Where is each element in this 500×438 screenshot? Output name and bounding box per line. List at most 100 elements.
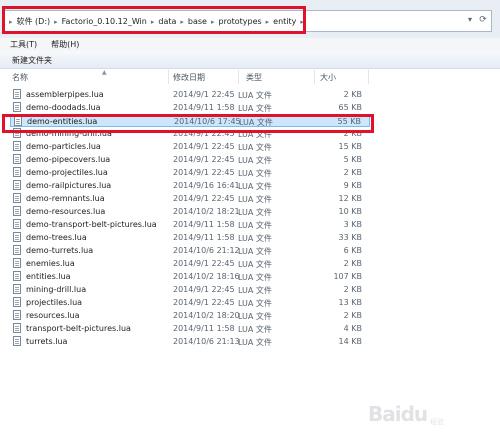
chevron-down-icon[interactable]: ▾ [465, 14, 475, 26]
lua-file-icon [13, 206, 21, 216]
menu-tools[interactable]: 工具(T) [10, 39, 37, 50]
file-name: transport-belt-pictures.lua [26, 324, 131, 333]
address-bar-row: ▸ 软件 (D:) ▸ Factorio_0.10.12_Win ▸ data ▸ base ▸… [0, 0, 500, 39]
file-name: resources.lua [26, 311, 80, 320]
breadcrumb-separator[interactable]: ▸ [180, 18, 184, 26]
column-header: 名称 ▲ 修改日期 类型 大小 [0, 69, 500, 84]
file-type: LUA 文件 [238, 91, 272, 100]
lua-file-icon [13, 180, 21, 190]
file-name: assemblerpipes.lua [26, 90, 104, 99]
column-type[interactable]: 类型 [246, 72, 262, 84]
breadcrumb-item[interactable]: 软件 (D:) [17, 16, 51, 27]
file-type: LUA 文件 [238, 312, 272, 321]
lua-file-icon [13, 167, 21, 177]
file-row[interactable]: projectiles.lua 2014/9/1 22:45 LUA 文件 13 KB [10, 296, 370, 309]
column-divider[interactable] [314, 70, 315, 84]
file-type: LUA 文件 [238, 182, 272, 191]
file-size: 3 KB [343, 220, 362, 229]
breadcrumb: ▸ 软件 (D:) ▸ Factorio_0.10.12_Win ▸ data ▸ base ▸… [9, 16, 308, 27]
lua-file-icon [13, 310, 21, 320]
file-size: 13 KB [338, 298, 362, 307]
column-divider[interactable] [238, 70, 239, 84]
file-type: LUA 文件 [238, 234, 272, 243]
file-type: LUA 文件 [238, 221, 272, 230]
file-date: 2014/9/1 22:45 [173, 142, 235, 151]
file-row[interactable]: demo-resources.lua 2014/10/2 18:21 LUA 文件 1… [10, 205, 370, 218]
file-name: demo-projectiles.lua [26, 168, 108, 177]
breadcrumb-separator[interactable]: ▸ [9, 18, 13, 26]
breadcrumb-separator[interactable]: ▸ [266, 18, 270, 26]
file-type: LUA 文件 [238, 156, 272, 165]
file-row[interactable]: demo-railpictures.lua 2014/9/16 16:41 LUA … [10, 179, 370, 192]
file-row[interactable]: turrets.lua 2014/10/6 21:13 LUA 文件 14 KB [10, 335, 370, 348]
file-row[interactable]: demo-doodads.lua 2014/9/11 1:58 LUA 文件 65 K… [10, 101, 370, 114]
file-row[interactable]: demo-pipecovers.lua 2014/9/1 22:45 LUA 文件 5… [10, 153, 370, 166]
file-row[interactable]: demo-turrets.lua 2014/10/6 21:12 LUA 文件 6 K… [10, 244, 370, 257]
file-row[interactable]: demo-transport-belt-pictures.lua 2014/9/1… [10, 218, 370, 231]
file-size: 9 KB [343, 181, 362, 190]
file-date: 2014/9/1 22:45 [173, 298, 235, 307]
file-date: 2014/9/11 1:58 [173, 324, 235, 333]
file-date: 2014/10/6 21:12 [173, 246, 240, 255]
file-row[interactable]: assemblerpipes.lua 2014/9/1 22:45 LUA 文件 2 … [10, 88, 370, 101]
breadcrumb-item[interactable]: Factorio_0.10.12_Win [62, 17, 147, 26]
file-size: 2 KB [343, 259, 362, 268]
file-size: 2 KB [343, 129, 362, 138]
file-type: LUA 文件 [238, 208, 272, 217]
file-date: 2014/9/1 22:45 [173, 194, 235, 203]
file-name: demo-transport-belt-pictures.lua [26, 220, 157, 229]
file-date: 2014/9/1 22:45 [173, 90, 235, 99]
file-row[interactable]: demo-projectiles.lua 2014/9/1 22:45 LUA 文件… [10, 166, 370, 179]
file-row[interactable]: demo-mining-drill.lua 2014/9/1 22:45 LUA 文… [10, 127, 370, 140]
file-size: 4 KB [343, 324, 362, 333]
column-size[interactable]: 大小 [320, 72, 336, 84]
file-row[interactable]: demo-remnants.lua 2014/9/1 22:45 LUA 文件 12 … [10, 192, 370, 205]
file-date: 2014/10/2 18:21 [173, 207, 240, 216]
address-bar[interactable]: ▸ 软件 (D:) ▸ Factorio_0.10.12_Win ▸ data ▸ base ▸… [4, 10, 492, 32]
breadcrumb-item[interactable]: prototypes [219, 17, 262, 26]
breadcrumb-separator[interactable]: ▸ [211, 18, 215, 26]
file-row[interactable]: transport-belt-pictures.lua 2014/9/11 1:5… [10, 322, 370, 335]
file-type: LUA 文件 [238, 273, 272, 282]
lua-file-icon [13, 154, 21, 164]
file-date: 2014/9/1 22:45 [173, 168, 235, 177]
file-date: 2014/10/6 17:45 [174, 117, 241, 126]
file-row[interactable]: resources.lua 2014/10/2 18:20 LUA 文件 2 KB [10, 309, 370, 322]
breadcrumb-item[interactable]: data [158, 17, 176, 26]
watermark-logo: Baidu 经验 [368, 402, 444, 426]
file-date: 2014/9/11 1:58 [173, 233, 235, 242]
file-row[interactable]: entities.lua 2014/10/2 18:16 LUA 文件 107 KB [10, 270, 370, 283]
breadcrumb-item[interactable]: base [188, 17, 207, 26]
lua-file-icon [13, 336, 21, 346]
lua-file-icon [13, 245, 21, 255]
breadcrumb-separator[interactable]: ▸ [54, 18, 58, 26]
breadcrumb-separator[interactable]: ▸ [151, 18, 155, 26]
column-date[interactable]: 修改日期 [173, 72, 205, 84]
column-divider[interactable] [368, 70, 369, 84]
file-name: demo-resources.lua [26, 207, 106, 216]
file-date: 2014/9/1 22:45 [173, 129, 235, 138]
file-row[interactable]: demo-particles.lua 2014/9/1 22:45 LUA 文件 15… [10, 140, 370, 153]
file-size: 55 KB [337, 117, 361, 126]
file-row[interactable]: demo-entities.lua 2014/10/6 17:45 LUA 文件 55… [10, 114, 370, 127]
file-row[interactable]: mining-drill.lua 2014/9/1 22:45 LUA 文件 2 KB [10, 283, 370, 296]
file-size: 2 KB [343, 90, 362, 99]
column-name[interactable]: 名称 ▲ [12, 69, 107, 84]
file-size: 2 KB [343, 311, 362, 320]
file-type: LUA 文件 [238, 286, 272, 295]
file-date: 2014/10/2 18:20 [173, 311, 240, 320]
column-divider[interactable] [168, 70, 169, 84]
new-folder-button[interactable]: 新建文件夹 [12, 55, 52, 66]
file-size: 5 KB [343, 155, 362, 164]
lua-file-icon [13, 141, 21, 151]
menu-help[interactable]: 帮助(H) [51, 39, 79, 50]
toolbar: 新建文件夹 [0, 51, 500, 69]
refresh-icon[interactable]: ⟳ [477, 14, 489, 26]
lua-file-icon [13, 102, 21, 112]
file-row[interactable]: enemies.lua 2014/9/1 22:45 LUA 文件 2 KB [10, 257, 370, 270]
file-name: demo-entities.lua [27, 117, 98, 126]
lua-file-icon [13, 297, 21, 307]
file-row[interactable]: demo-trees.lua 2014/9/11 1:58 LUA 文件 33 KB [10, 231, 370, 244]
breadcrumb-separator[interactable]: ▸ [300, 18, 304, 26]
breadcrumb-item[interactable]: entity [273, 17, 296, 26]
